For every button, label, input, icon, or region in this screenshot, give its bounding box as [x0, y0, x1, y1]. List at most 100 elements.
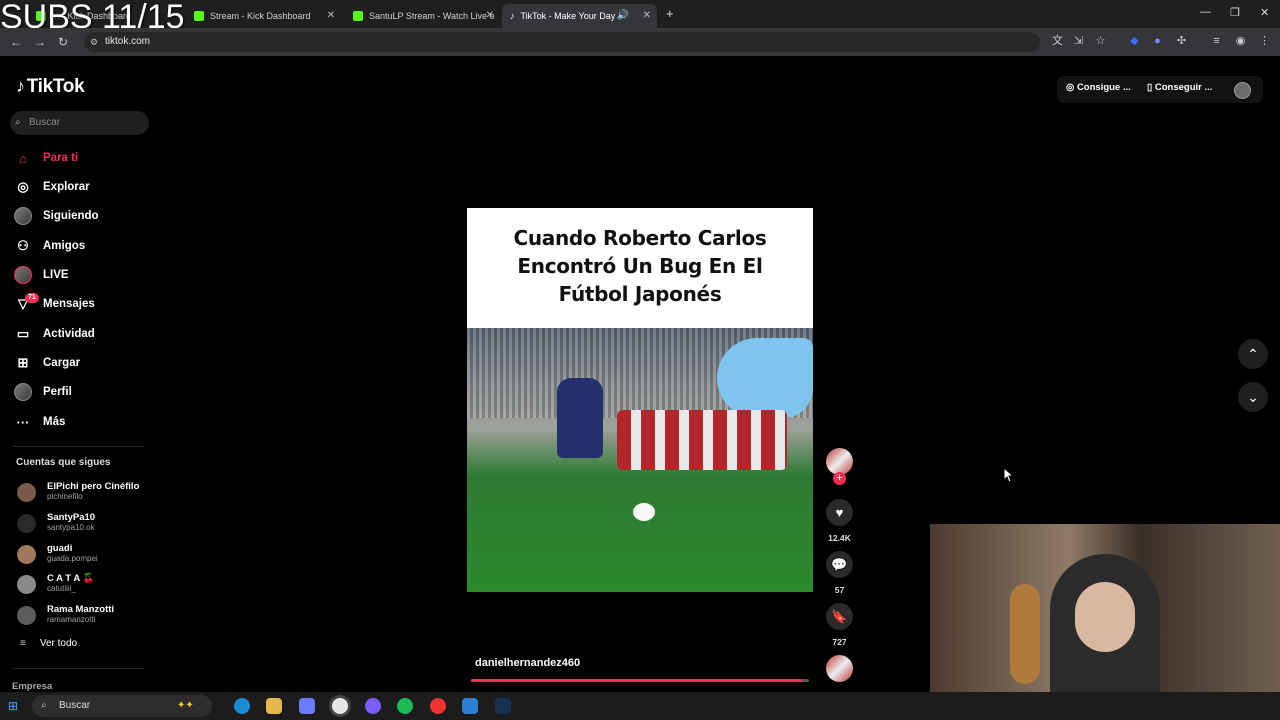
- nav-label: Mensajes: [43, 298, 95, 310]
- copilot-icon[interactable]: [299, 698, 315, 714]
- speaker-icon[interactable]: 🔊: [617, 10, 629, 21]
- bookmark-icon: 🔖: [831, 609, 848, 624]
- follow-plus-icon[interactable]: +: [833, 472, 846, 485]
- spotify-icon[interactable]: [397, 698, 413, 714]
- live-avatar-icon: [14, 266, 32, 284]
- player-figure: [557, 378, 603, 458]
- extensions-puzzle-icon[interactable]: ✣: [1175, 35, 1188, 48]
- chevron-down-icon: ⌄: [1247, 389, 1259, 405]
- followed-account[interactable]: Rama Manzotti ramamanzotti: [17, 603, 157, 629]
- extension-icon[interactable]: ◆: [1128, 35, 1141, 48]
- video-frame: [467, 328, 813, 592]
- nav-label: LIVE: [43, 269, 69, 281]
- close-tab-icon[interactable]: ✕: [643, 10, 651, 21]
- reload-icon[interactable]: ↻: [58, 35, 68, 49]
- like-button[interactable]: ♥: [826, 499, 853, 526]
- nav-mensajes[interactable]: ▽ 71 Mensajes: [14, 293, 95, 315]
- url-field[interactable]: ⚙ tiktok.com: [84, 32, 1040, 52]
- install-app-icon[interactable]: ⇲: [1072, 35, 1085, 48]
- save-button[interactable]: 🔖: [826, 603, 853, 630]
- next-video-button[interactable]: ⌄: [1238, 382, 1268, 412]
- back-icon[interactable]: ←: [10, 35, 22, 49]
- video-caption-overlay: Cuando Roberto Carlos Encontró Un Bug En…: [467, 224, 813, 308]
- nav-label: Actividad: [43, 328, 95, 340]
- guitar-image: [1010, 584, 1040, 684]
- edge-icon[interactable]: [234, 698, 250, 714]
- url-text: tiktok.com: [105, 36, 151, 47]
- followed-account[interactable]: C A T A 🍒 catutiiii_: [17, 572, 157, 598]
- nav-actividad[interactable]: ▭ Actividad: [14, 323, 95, 345]
- nav-amigos[interactable]: ⚇ Amigos: [14, 235, 85, 257]
- steam-icon[interactable]: [495, 698, 511, 714]
- nav-label: Explorar: [43, 181, 90, 193]
- video-caption-line: Fútbol Japonés: [558, 282, 722, 306]
- close-window-icon[interactable]: ✕: [1260, 6, 1269, 19]
- chrome-icon[interactable]: [332, 698, 348, 714]
- video-caption-line: Encontró Un Bug En El: [517, 254, 763, 278]
- nav-siguiendo[interactable]: Siguiendo: [14, 205, 99, 227]
- company-link[interactable]: Empresa: [12, 681, 52, 692]
- extension-icon[interactable]: ●: [1151, 35, 1164, 48]
- messages-badge: 71: [25, 293, 39, 303]
- close-tab-icon[interactable]: ✕: [486, 10, 494, 21]
- get-coins-button[interactable]: ◎ Consigue ...: [1066, 82, 1131, 93]
- user-avatar[interactable]: [1234, 82, 1251, 99]
- following-section-title: Cuentas que sigues: [16, 457, 111, 468]
- profile-icon[interactable]: ◉: [1234, 35, 1247, 48]
- site-info-icon[interactable]: ⚙: [90, 32, 98, 52]
- followed-account[interactable]: SantyPa10 santypa10.ok: [17, 511, 157, 537]
- nav-cargar[interactable]: ⊞ Cargar: [14, 352, 81, 374]
- followed-account[interactable]: ElPichi pero Cinéfilo pichinefilo: [17, 480, 157, 506]
- account-name: C A T A 🍒: [47, 573, 95, 584]
- video-author[interactable]: danielhernandez460: [475, 657, 580, 669]
- nav-label: Cargar: [43, 357, 81, 369]
- nav-explorar[interactable]: ◎ Explorar: [14, 176, 90, 198]
- minimize-icon[interactable]: —: [1200, 6, 1211, 18]
- windows-start-icon[interactable]: ⊞: [8, 699, 18, 713]
- forward-icon[interactable]: →: [34, 35, 46, 49]
- menu-kebab-icon[interactable]: ⋮: [1258, 35, 1271, 48]
- search-input[interactable]: ⌕ Buscar: [10, 111, 149, 135]
- new-tab-button[interactable]: +: [666, 6, 674, 21]
- translate-icon[interactable]: 文: [1051, 35, 1064, 48]
- app-icon[interactable]: [462, 698, 478, 714]
- video-progress-fill: [471, 679, 803, 682]
- account-handle: santypa10.ok: [47, 523, 95, 532]
- tab-label: TikTok - Make Your Day: [520, 11, 616, 21]
- tab-santulp-stream[interactable]: SantuLP Stream - Watch Live o ✕: [345, 4, 500, 28]
- avatar: [17, 514, 36, 533]
- sidebar-divider: [12, 446, 144, 447]
- nav-label: Más: [43, 416, 66, 428]
- tab-kick-dashboard[interactable]: Stream - Kick Dashboard ✕: [186, 4, 341, 28]
- nav-perfil[interactable]: Perfil: [14, 381, 72, 403]
- video-progress-bar[interactable]: [471, 679, 809, 682]
- nav-live[interactable]: LIVE: [14, 264, 69, 286]
- sound-disc-avatar[interactable]: [826, 655, 853, 682]
- restore-icon[interactable]: ❐: [1230, 6, 1240, 19]
- tiktok-note-icon: ♪: [16, 76, 25, 96]
- media-control-icon[interactable]: ≡: [1210, 35, 1223, 48]
- video-player[interactable]: Cuando Roberto Carlos Encontró Un Bug En…: [467, 208, 813, 592]
- obs-record-icon[interactable]: [430, 698, 446, 714]
- get-app-button[interactable]: ▯ Conseguir ...: [1147, 82, 1212, 93]
- discord-icon[interactable]: [365, 698, 381, 714]
- tab-tiktok[interactable]: ♪ TikTok - Make Your Day 🔊 ✕: [502, 4, 657, 28]
- creator-avatar[interactable]: [826, 448, 853, 475]
- avatar: [17, 545, 36, 564]
- kick-favicon-icon: [353, 11, 363, 21]
- taskbar-search-input[interactable]: ⌕ Buscar ✦✦: [32, 695, 212, 717]
- tiktok-logo[interactable]: ♪ TikTok: [16, 76, 85, 98]
- friends-icon: ⚇: [17, 238, 29, 253]
- bookmark-star-icon[interactable]: ☆: [1094, 35, 1107, 48]
- nav-para-ti[interactable]: ⌂ Para ti: [14, 147, 78, 169]
- followed-account[interactable]: guadi guada.pompei: [17, 542, 157, 568]
- close-tab-icon[interactable]: ✕: [327, 10, 335, 21]
- see-all-link[interactable]: ≡ Ver todo: [20, 638, 77, 649]
- nav-mas[interactable]: ··· Más: [14, 411, 66, 433]
- account-handle: guada.pompei: [47, 554, 98, 563]
- copilot-sparkle-icon: ✦✦: [177, 700, 194, 711]
- previous-video-button[interactable]: ⌃: [1238, 339, 1268, 369]
- comment-button[interactable]: 💬: [826, 551, 853, 578]
- file-explorer-icon[interactable]: [266, 698, 282, 714]
- address-bar-row: ← → ↻ ⚙ tiktok.com 文 ⇲ ☆ ◆ ● ✣ ≡ ◉ ⋮: [0, 28, 1280, 56]
